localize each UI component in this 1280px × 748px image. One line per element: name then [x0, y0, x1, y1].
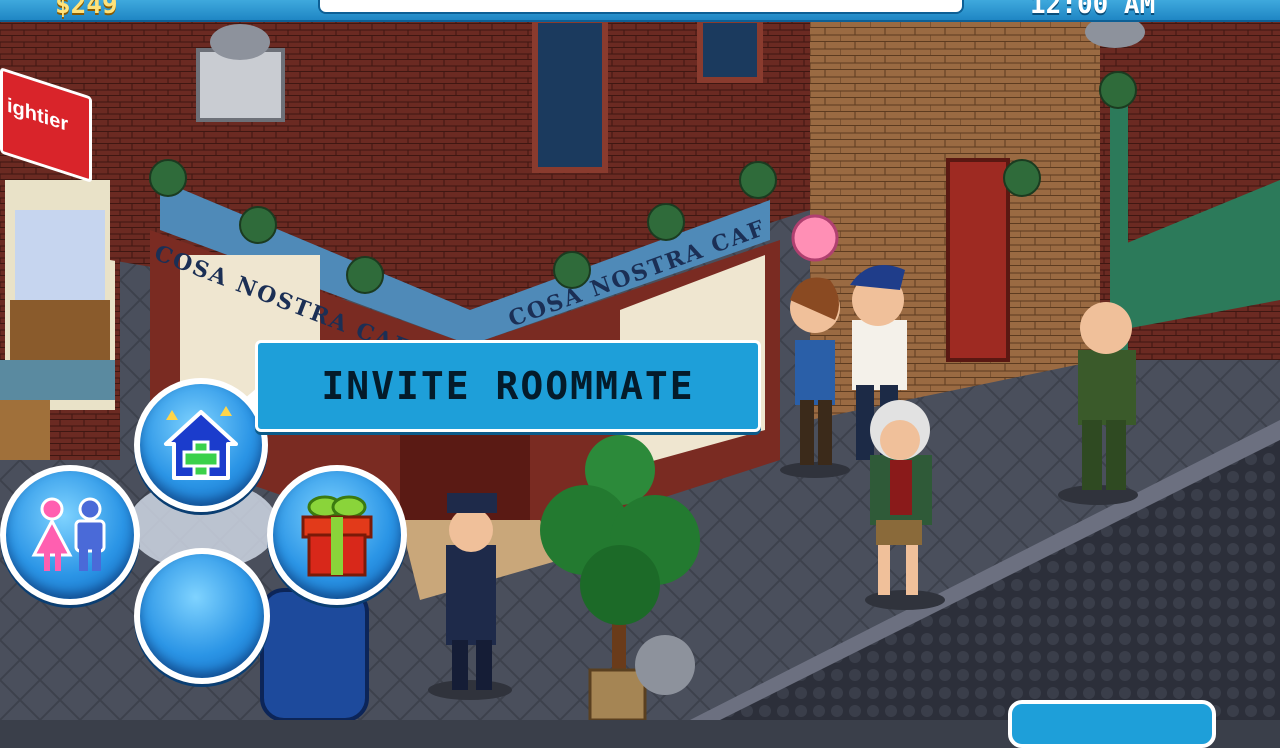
gender-select-button[interactable]: [0, 465, 140, 605]
couple-icon: [31, 497, 106, 571]
empty-action-slot[interactable]: [134, 548, 270, 684]
tooltip-pointer: [244, 387, 258, 411]
invite-roommate-tooltip: INVITE ROOMMATE: [244, 340, 761, 432]
status-bar[interactable]: [318, 0, 964, 14]
top-hud: $249 12:00 AM: [0, 0, 1280, 22]
bottom-right-button[interactable]: [1008, 700, 1216, 748]
house-plus-icon: [164, 406, 238, 480]
gift-icon: [301, 495, 373, 577]
money-display: $249: [55, 0, 118, 20]
tooltip-label: INVITE ROOMMATE: [321, 364, 695, 408]
gift-button[interactable]: [267, 465, 407, 605]
clock-display: 12:00 AM: [1030, 0, 1156, 20]
